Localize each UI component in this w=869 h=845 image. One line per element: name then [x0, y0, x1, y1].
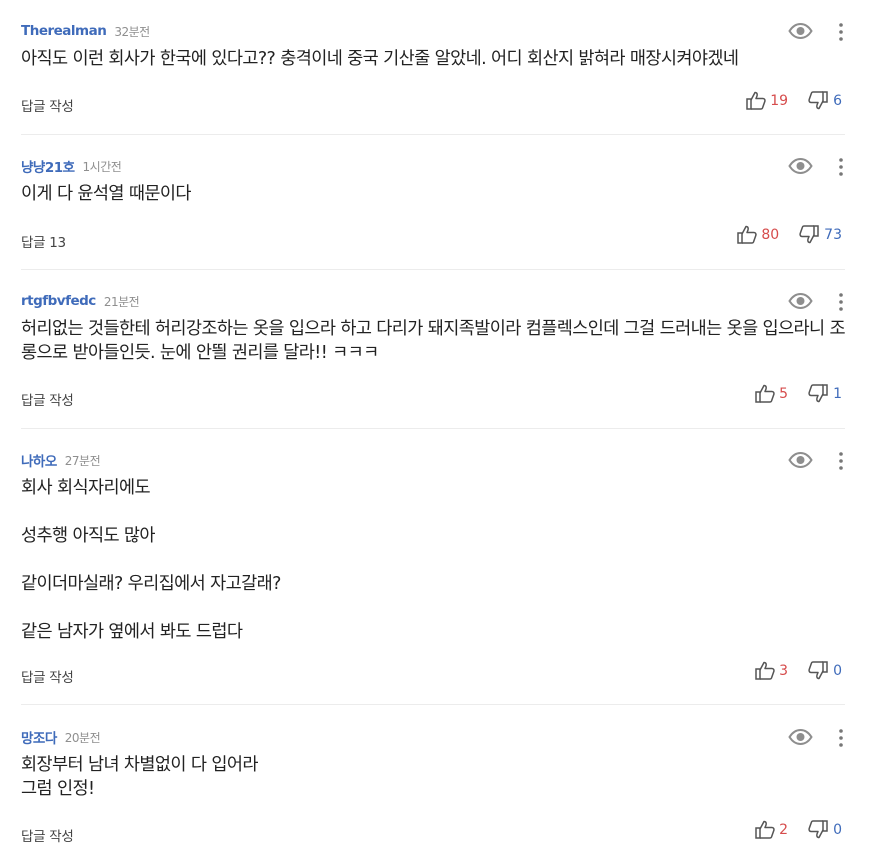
- comment-item: Therealman 32분전 아직도 이런 회사가 한국에 있다고?? 충격이…: [21, 21, 845, 135]
- comment-meta: rtgfbvfedc 21분전: [21, 291, 140, 311]
- eye-icon: [787, 729, 813, 745]
- comment-nickname[interactable]: 나하오: [21, 450, 57, 470]
- more-options-button[interactable]: [837, 450, 845, 472]
- more-vertical-icon: [839, 729, 843, 747]
- reply-label: 답글 작성: [21, 829, 74, 845]
- view-button[interactable]: [787, 156, 813, 176]
- thumbs-down-icon: [799, 225, 819, 244]
- more-vertical-icon: [839, 452, 843, 470]
- reply-label: 답글: [21, 235, 46, 251]
- dislike-count: 73: [824, 226, 842, 243]
- comment-timestamp: 27분전: [64, 453, 101, 468]
- like-count: 80: [761, 226, 780, 243]
- reply-count: 13: [49, 235, 66, 251]
- more-vertical-icon: [839, 23, 843, 41]
- view-button[interactable]: [787, 21, 813, 41]
- thumbs-down-icon: [808, 91, 828, 110]
- eye-icon: [787, 452, 813, 468]
- more-options-button[interactable]: [837, 291, 845, 313]
- thumbs-up-icon: [755, 820, 775, 839]
- view-button[interactable]: [787, 727, 813, 747]
- more-options-button[interactable]: [837, 156, 845, 178]
- more-vertical-icon: [839, 293, 843, 311]
- reply-button[interactable]: 답글 작성: [21, 666, 74, 686]
- thumbs-down-icon: [808, 820, 828, 839]
- like-count: 19: [770, 92, 789, 109]
- like-count: 5: [779, 385, 789, 402]
- eye-icon: [787, 23, 813, 39]
- thumbs-up-icon: [755, 384, 775, 403]
- more-options-button[interactable]: [837, 21, 845, 43]
- eye-icon: [787, 293, 813, 309]
- like-count: 3: [779, 662, 789, 679]
- reply-button[interactable]: 답글 작성: [21, 389, 74, 409]
- thumbs-down-icon: [808, 661, 828, 680]
- reply-label: 답글 작성: [21, 99, 74, 115]
- comment-text: 허리없는 것들한테 허리강조하는 옷을 입으라 하고 다리가 돼지족발이라 컴플…: [21, 319, 846, 363]
- comment-timestamp: 32분전: [114, 24, 150, 39]
- dislike-count: 6: [833, 92, 842, 109]
- comment-item: rtgfbvfedc 21분전 허리없는 것들한테 허리강조하는 옷을 입으라 …: [21, 291, 846, 429]
- comment-text: 회사 회식자리에도 성추행 아직도 많아 같이더마실래? 우리집에서 자고갈래?…: [21, 478, 281, 642]
- eye-icon: [787, 158, 813, 174]
- comment-nickname[interactable]: Therealman: [21, 23, 107, 39]
- dislike-button[interactable]: 6: [808, 91, 842, 110]
- dislike-count: 1: [833, 385, 842, 402]
- like-button[interactable]: 3: [755, 661, 788, 680]
- vote-group: 19 6: [746, 91, 842, 110]
- comment-item: 나하오 27분전 회사 회식자리에도 성추행 아직도 많아 같이더마실래? 우리…: [21, 450, 845, 705]
- vote-group: 5 1: [755, 384, 842, 403]
- comment-meta: 냥냥21호 1시간전: [21, 156, 122, 177]
- reply-button[interactable]: 답글 작성: [21, 95, 74, 115]
- comment-meta: 나하오 27분전: [21, 450, 101, 471]
- comment-text: 회장부터 남녀 차별없이 다 입어라 그럼 인정!: [21, 755, 258, 799]
- comment-timestamp: 1시간전: [82, 159, 122, 174]
- dislike-count: 0: [833, 662, 842, 679]
- like-button[interactable]: 2: [755, 820, 788, 839]
- more-options-button[interactable]: [837, 727, 845, 749]
- comment-item: 냥냥21호 1시간전 이게 다 윤석열 때문이다 답글 13 80 73: [21, 156, 845, 270]
- vote-group: 80 73: [737, 225, 842, 244]
- comment-timestamp: 20분전: [64, 730, 101, 745]
- comment-nickname[interactable]: rtgfbvfedc: [21, 293, 96, 309]
- dislike-button[interactable]: 0: [808, 820, 842, 839]
- thumbs-up-icon: [755, 661, 775, 680]
- thumbs-down-icon: [808, 384, 828, 403]
- comment-nickname[interactable]: 냥냥21호: [21, 156, 75, 176]
- thumbs-up-icon: [746, 91, 766, 110]
- view-button[interactable]: [787, 291, 813, 311]
- dislike-count: 0: [833, 821, 842, 838]
- comment-text: 이게 다 윤석열 때문이다: [21, 184, 191, 204]
- comment-meta: 망조다 20분전: [21, 727, 101, 748]
- like-button[interactable]: 5: [755, 384, 788, 403]
- reply-label: 답글 작성: [21, 670, 74, 686]
- comment-item: 망조다 20분전 회장부터 남녀 차별없이 다 입어라 그럼 인정! 답글 작성: [21, 727, 845, 845]
- dislike-button[interactable]: 73: [799, 225, 842, 244]
- vote-group: 2 0: [755, 820, 842, 839]
- like-button[interactable]: 19: [746, 91, 788, 110]
- comment-timestamp: 21분전: [103, 294, 140, 309]
- reply-label: 답글 작성: [21, 393, 74, 409]
- comment-nickname[interactable]: 망조다: [21, 727, 57, 747]
- like-count: 2: [779, 821, 789, 838]
- like-button[interactable]: 80: [737, 225, 779, 244]
- reply-button[interactable]: 답글 13: [21, 231, 66, 251]
- view-button[interactable]: [787, 450, 813, 470]
- reply-button[interactable]: 답글 작성: [21, 825, 74, 845]
- comment-meta: Therealman 32분전: [21, 21, 150, 41]
- dislike-button[interactable]: 0: [808, 661, 842, 680]
- dislike-button[interactable]: 1: [808, 384, 842, 403]
- comment-text: 아직도 이런 회사가 한국에 있다고?? 충격이네 중국 기산줄 알았네. 어디…: [21, 49, 739, 69]
- thumbs-up-icon: [737, 225, 758, 244]
- more-vertical-icon: [839, 158, 843, 176]
- vote-group: 3 0: [755, 661, 842, 680]
